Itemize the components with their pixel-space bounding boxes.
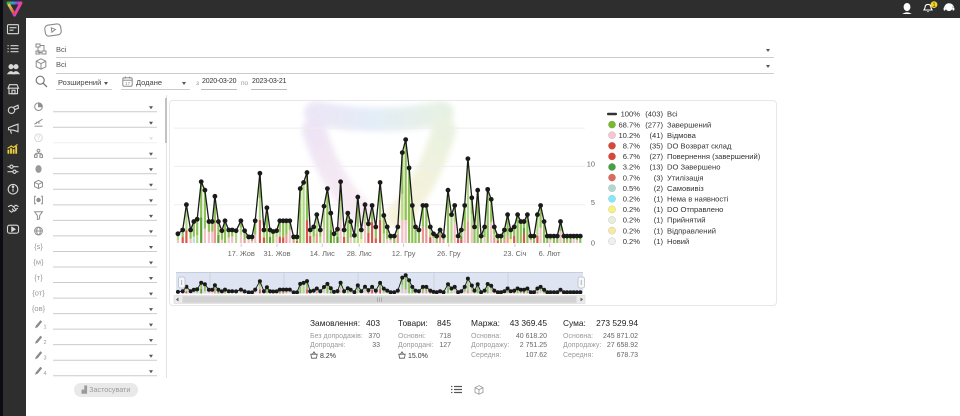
svg-text:8.7%: 8.7% (623, 142, 641, 151)
svg-text:68.7%: 68.7% (618, 120, 640, 129)
svg-text:0.2%: 0.2% (623, 205, 641, 214)
svg-text:DO Завершено: DO Завершено (667, 163, 720, 172)
svg-text:0.2%: 0.2% (623, 216, 641, 225)
svg-text:Нема в наявності: Нема в наявності (667, 195, 729, 204)
svg-text:0.2%: 0.2% (623, 195, 641, 204)
svg-text:14. Лис: 14. Лис (310, 249, 335, 258)
svg-text:6.7%: 6.7% (623, 152, 641, 161)
svg-text:{от}: {от} (32, 289, 45, 298)
svg-text:10.2%: 10.2% (618, 131, 640, 140)
svg-text:0: 0 (591, 239, 595, 248)
svg-text:17: 17 (125, 81, 131, 86)
svg-text:17. Жов: 17. Жов (228, 249, 255, 258)
svg-text:31. Жов: 31. Жов (263, 249, 290, 258)
svg-text:DO Отправлено: DO Отправлено (667, 205, 723, 214)
svg-text:12. Гру: 12. Гру (392, 249, 416, 258)
svg-text:(1): (1) (654, 195, 664, 204)
svg-text:(277): (277) (645, 120, 663, 129)
svg-text:Завершений: Завершений (667, 120, 711, 129)
svg-text:Прийнятий: Прийнятий (667, 216, 705, 225)
svg-text:0.2%: 0.2% (623, 237, 641, 246)
svg-text:10: 10 (587, 160, 595, 169)
svg-text:0.2%: 0.2% (623, 226, 641, 235)
svg-text:(403): (403) (645, 110, 663, 119)
svg-text:(1): (1) (654, 216, 664, 225)
svg-text:Повернення (завершений): Повернення (завершений) (667, 152, 761, 161)
svg-text:(13): (13) (649, 163, 663, 172)
svg-text:(3): (3) (654, 173, 664, 182)
svg-text:4: 4 (44, 371, 47, 377)
svg-text:0.5%: 0.5% (623, 184, 641, 193)
svg-text:23. Січ: 23. Січ (503, 249, 526, 258)
svg-text:100%: 100% (621, 110, 641, 119)
svg-text:28. Лис: 28. Лис (347, 249, 372, 258)
svg-text:(27): (27) (649, 152, 663, 161)
svg-text:DO Возврат склад: DO Возврат склад (667, 142, 732, 151)
svg-text:Утилізація: Утилізація (667, 173, 704, 182)
svg-text:(1): (1) (654, 226, 664, 235)
svg-text:Відправлений: Відправлений (667, 226, 716, 235)
svg-text:(35): (35) (649, 142, 663, 151)
svg-text:(1): (1) (654, 205, 664, 214)
svg-text:5: 5 (591, 198, 595, 207)
svg-text:3: 3 (44, 356, 47, 362)
svg-text:(1): (1) (654, 237, 664, 246)
svg-text:Самовивіз: Самовивіз (667, 184, 704, 193)
svg-text:Всі: Всі (667, 110, 678, 119)
svg-text:0.7%: 0.7% (623, 173, 641, 182)
svg-text:Відмова: Відмова (667, 131, 697, 140)
svg-text:(41): (41) (649, 131, 663, 140)
svg-text:{ов}: {ов} (32, 304, 46, 313)
svg-text:26. Гру: 26. Гру (437, 249, 461, 258)
svg-text:{м}: {м} (33, 258, 44, 267)
svg-text:2: 2 (44, 340, 47, 346)
svg-text:{s}: {s} (34, 242, 43, 251)
svg-text:{т}: {т} (34, 273, 43, 282)
svg-text:(2): (2) (654, 184, 664, 193)
svg-text:Новий: Новий (667, 237, 689, 246)
svg-text:6. Лют: 6. Лют (539, 249, 561, 258)
svg-text:3.2%: 3.2% (623, 163, 641, 172)
svg-text:1: 1 (44, 325, 47, 331)
